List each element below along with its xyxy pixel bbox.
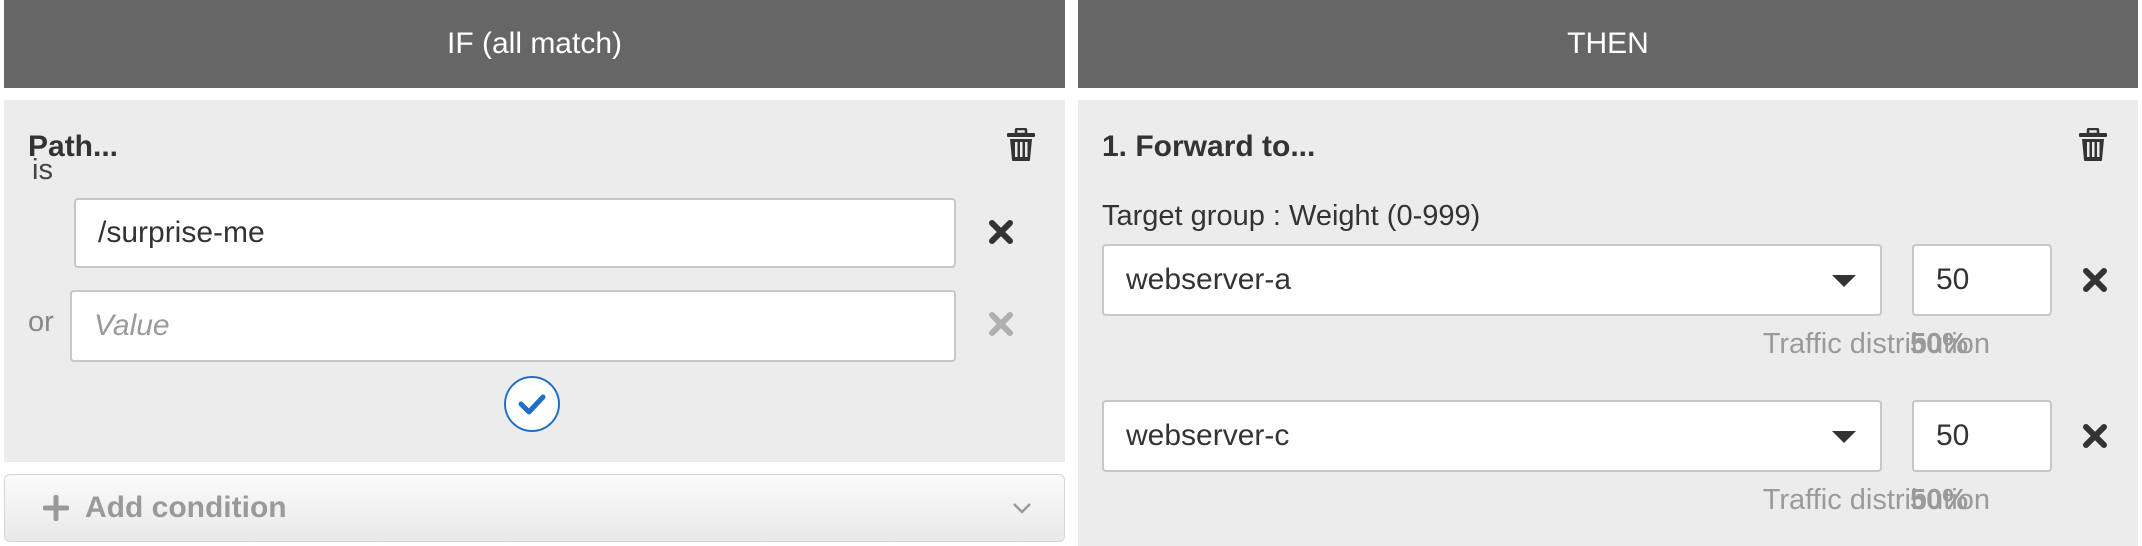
or-label: or xyxy=(28,306,54,338)
target-group-weight-label: Target group : Weight (0-999) xyxy=(1102,200,1481,232)
target-group-select[interactable]: webserver-a xyxy=(1102,244,1882,316)
trash-icon[interactable] xyxy=(1006,128,1036,162)
close-icon[interactable] xyxy=(2081,422,2109,450)
if-column: IF (all match) Path... is or xyxy=(4,0,1065,542)
weight-input[interactable] xyxy=(1912,244,2052,316)
is-label: is xyxy=(32,154,53,186)
weight-input[interactable] xyxy=(1912,400,2052,472)
caret-down-icon xyxy=(1832,275,1856,287)
add-condition-label: Add condition xyxy=(85,491,287,524)
add-condition-button[interactable]: Add condition xyxy=(4,474,1065,542)
close-icon[interactable] xyxy=(987,218,1015,246)
traffic-distribution-value: 50% xyxy=(1910,484,1969,516)
path-condition-panel: Path... is or xyxy=(4,100,1065,462)
if-header-label: IF (all match) xyxy=(446,27,623,60)
trash-icon[interactable] xyxy=(2078,128,2108,162)
close-icon[interactable] xyxy=(987,310,1015,338)
then-header-label: THEN xyxy=(1567,27,1649,60)
chevron-down-icon xyxy=(1013,503,1031,514)
action-title: 1. Forward to... xyxy=(1102,130,1316,163)
then-header: THEN xyxy=(1078,0,2138,88)
close-icon[interactable] xyxy=(2081,266,2109,294)
target-group-value: webserver-a xyxy=(1126,263,1292,296)
then-column: THEN 1. Forward to... Target group : Wei… xyxy=(1078,0,2138,546)
if-header: IF (all match) xyxy=(4,0,1065,88)
forward-action-panel: 1. Forward to... Target group : Weight (… xyxy=(1078,100,2138,546)
confirm-button[interactable] xyxy=(504,376,560,432)
checkmark-icon xyxy=(518,394,546,415)
caret-down-icon xyxy=(1832,431,1856,443)
path-value-input-empty[interactable] xyxy=(70,290,956,362)
target-group-value: webserver-c xyxy=(1126,419,1290,452)
traffic-distribution-value: 50% xyxy=(1910,328,1969,360)
target-group-select[interactable]: webserver-c xyxy=(1102,400,1882,472)
plus-icon xyxy=(43,495,69,521)
path-value-input[interactable] xyxy=(74,198,956,268)
